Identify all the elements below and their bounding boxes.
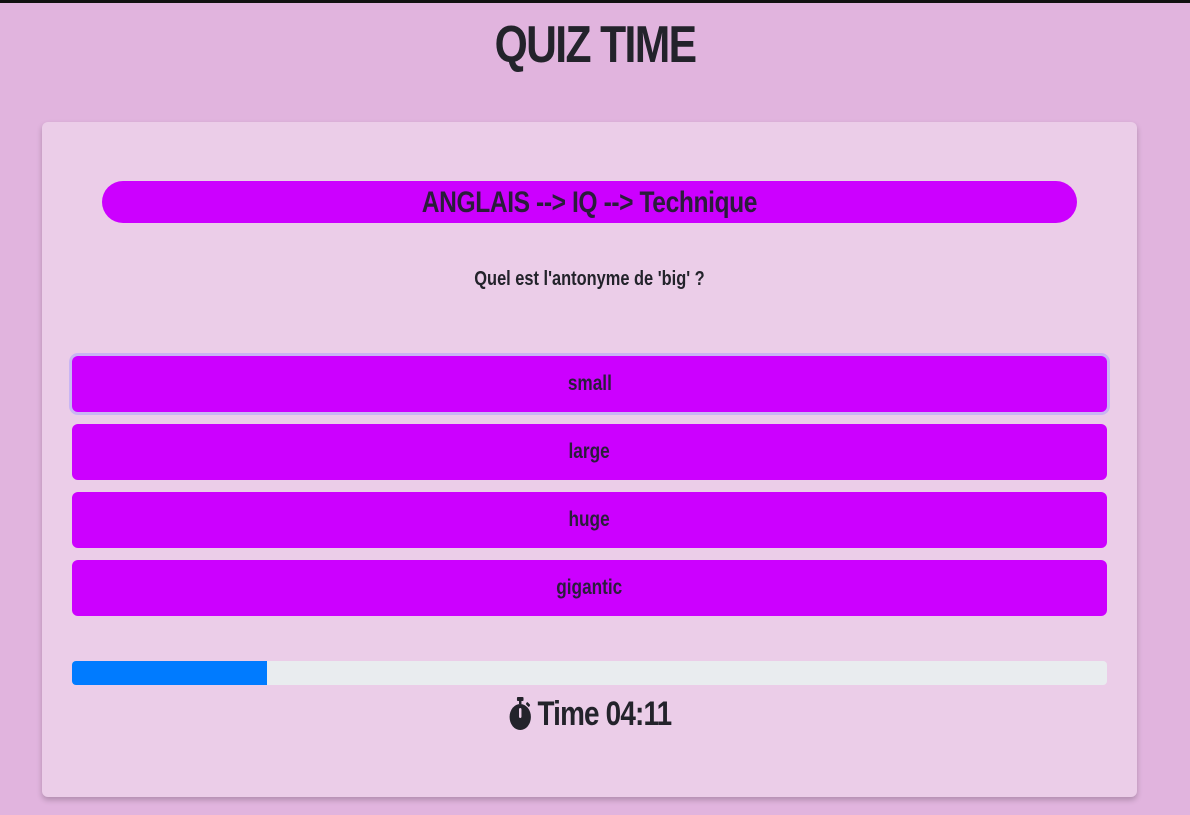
question-text-container: Quel est l'antonyme de 'big' ? [42,268,1137,291]
quiz-card: ANGLAIS --> IQ --> Technique Quel est l'… [42,122,1137,797]
stopwatch-icon [509,697,531,730]
progress-bar-fill [72,661,267,685]
answer-button-huge[interactable]: huge [72,492,1107,548]
answer-label: gigantic [556,576,623,599]
progress-bar [72,661,1107,685]
page-title: QUIZ TIME [494,16,697,74]
timer-label: Time 04:11 [537,695,672,733]
answer-label: large [568,440,611,463]
question-text: Quel est l'antonyme de 'big' ? [474,268,705,290]
category-label: ANGLAIS --> IQ --> Technique [421,186,758,219]
answer-label: small [567,372,612,395]
answer-button-gigantic[interactable]: gigantic [72,560,1107,616]
answer-button-small[interactable]: small [72,356,1107,412]
answer-list: small large huge gigantic [72,356,1107,628]
category-banner: ANGLAIS --> IQ --> Technique [102,181,1077,223]
timer: Time 04:11 [42,694,1137,740]
answer-label: huge [568,508,611,531]
answer-button-large[interactable]: large [72,424,1107,480]
